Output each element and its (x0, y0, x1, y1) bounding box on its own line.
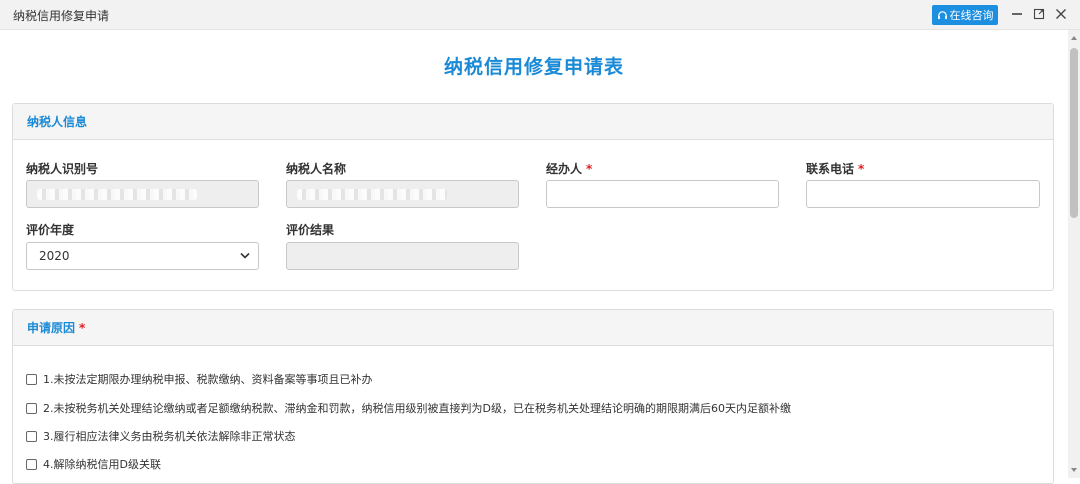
reason-3-label: 3.履行相应法律义务由税务机关依法解除非正常状态 (43, 430, 296, 443)
scroll-down-icon[interactable] (1071, 468, 1077, 472)
apply-reason-panel: 申请原因 * (12, 309, 1054, 484)
close-icon[interactable] (1054, 7, 1068, 21)
minimize-icon[interactable] (1010, 7, 1024, 21)
eval-year-value: 2020 (39, 249, 70, 263)
reason-option-3[interactable]: 3.履行相应法律义务由税务机关依法解除非正常状态 (26, 428, 296, 444)
reason-4-checkbox[interactable] (26, 458, 37, 470)
reason-2-label: 2.未按税务机关处理结论缴纳或者足额缴纳税款、滞纳金和罚款，纳税信用级别被直接判… (43, 402, 791, 415)
taxpayer-info-heading-text: 纳税人信息 (27, 115, 88, 129)
eval-result-label: 评价结果 (286, 223, 335, 237)
vertical-scrollbar[interactable] (1068, 30, 1080, 478)
taxpayer-name-redacted (297, 189, 447, 200)
handler-label-text: 经办人 (546, 162, 583, 176)
window-title: 纳税信用修复申请 (13, 9, 110, 23)
form-title: 纳税信用修复申请表 (443, 56, 624, 78)
handler-label: 经办人 * (546, 160, 592, 177)
tax-id-field (26, 180, 259, 208)
eval-result-field (286, 242, 519, 270)
eval-year-select[interactable]: 2020 (26, 242, 259, 270)
reason-4-label: 4.解除纳税信用D级关联 (43, 458, 161, 471)
handler-required-mark: * (586, 162, 593, 176)
eval-year-label: 评价年度 (26, 223, 75, 237)
tax-id-redacted (37, 189, 197, 200)
reason-option-1[interactable]: 1.未按法定期限办理纳税申报、税款缴纳、资料备案等事项且已补办 (26, 371, 373, 387)
tax-id-label: 纳税人识别号 (26, 162, 99, 176)
online-consult-label: 在线咨询 (949, 9, 994, 22)
headset-icon (937, 10, 947, 19)
apply-reason-heading-text: 申请原因 (27, 321, 76, 335)
window-titlebar: 纳税信用修复申请 在线咨询 (0, 0, 1080, 30)
taxpayer-name-label: 纳税人名称 (286, 162, 347, 176)
scroll-up-icon[interactable] (1071, 36, 1077, 40)
handler-input[interactable] (546, 180, 779, 208)
reason-1-checkbox[interactable] (26, 373, 37, 385)
reason-required-mark: * (79, 321, 86, 335)
phone-required-mark: * (858, 162, 865, 176)
maximize-icon[interactable] (1032, 7, 1046, 21)
online-consult-button[interactable]: 在线咨询 (932, 5, 998, 25)
phone-label: 联系电话 * (806, 160, 864, 177)
chevron-down-icon (240, 252, 250, 259)
taxpayer-name-field (286, 180, 519, 208)
reason-option-2[interactable]: 2.未按税务机关处理结论缴纳或者足额缴纳税款、滞纳金和罚款，纳税信用级别被直接判… (26, 400, 791, 416)
apply-reason-heading: 申请原因 * (13, 310, 1053, 346)
reason-2-checkbox[interactable] (26, 402, 37, 414)
scrollbar-thumb[interactable] (1070, 48, 1078, 218)
reason-3-checkbox[interactable] (26, 430, 37, 442)
phone-label-text: 联系电话 (806, 162, 855, 176)
reason-1-label: 1.未按法定期限办理纳税申报、税款缴纳、资料备案等事项且已补办 (43, 373, 373, 386)
reason-option-4[interactable]: 4.解除纳税信用D级关联 (26, 456, 161, 472)
phone-input[interactable] (806, 180, 1040, 208)
taxpayer-info-heading: 纳税人信息 (13, 104, 1053, 140)
